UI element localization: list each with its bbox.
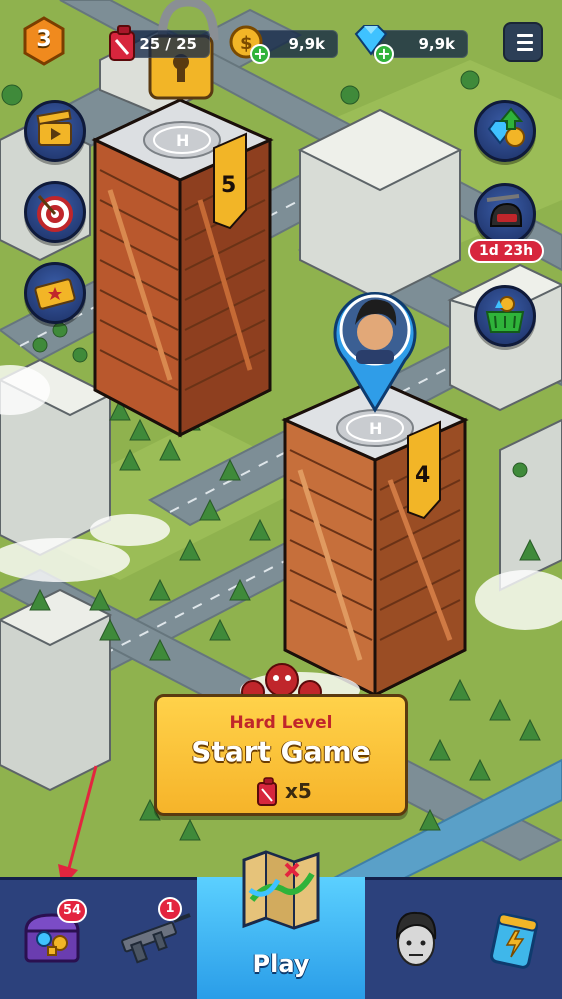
player-level-value: 3 xyxy=(36,27,52,52)
building-number-5: 5 xyxy=(221,173,236,198)
gem-value: 9,9k xyxy=(418,35,455,53)
nav-tab-chest[interactable]: 54 xyxy=(0,877,110,999)
menu-button[interactable] xyxy=(503,22,543,62)
energy-cost: x5 xyxy=(285,779,312,803)
fuel-can-icon xyxy=(109,25,135,61)
chest-badge: 54 xyxy=(57,899,88,923)
clapperboard-icon xyxy=(36,109,72,146)
map-icon xyxy=(242,850,320,930)
nav-tab-weapons[interactable]: 1 xyxy=(110,877,197,999)
gun-icon xyxy=(121,913,191,964)
video-ads-button[interactable] xyxy=(24,100,86,162)
basket-icon xyxy=(485,296,525,333)
target-button[interactable] xyxy=(24,181,86,243)
helmet-weapon-icon xyxy=(486,194,522,227)
helipad-label-4: H xyxy=(369,419,382,438)
start-game-button[interactable]: Hard Level Start Game x5 xyxy=(154,694,408,816)
target-icon xyxy=(37,195,73,232)
add-coins-button[interactable]: + xyxy=(250,44,270,64)
weapon-badge: 1 xyxy=(158,897,182,921)
energy-can-icon xyxy=(490,913,538,969)
character-portrait-icon xyxy=(395,911,437,966)
energy-value: 25 / 25 xyxy=(139,35,197,53)
coin-value: 9,9k xyxy=(288,35,325,53)
difficulty-label: Hard Level xyxy=(229,713,333,733)
nav-tab-character[interactable] xyxy=(365,877,465,999)
fuel-can-icon xyxy=(257,777,277,806)
shop-upgrade-button[interactable] xyxy=(474,100,536,162)
special-offer-button[interactable] xyxy=(474,183,536,245)
player-level-badge[interactable]: 3 xyxy=(22,16,66,66)
helipad-label-5: H xyxy=(176,131,189,150)
gems-coins-icon xyxy=(487,107,525,147)
offer-timer: 1d 23h xyxy=(468,239,544,263)
shop-basket-button[interactable] xyxy=(474,285,536,347)
play-label: Play xyxy=(252,950,310,978)
ticket-icon xyxy=(34,278,76,310)
start-game-label: Start Game xyxy=(191,735,371,768)
add-gems-button[interactable]: + xyxy=(374,44,394,64)
building-number-4: 4 xyxy=(415,463,430,488)
pass-ticket-button[interactable] xyxy=(24,262,86,324)
nav-tab-energy[interactable] xyxy=(465,877,562,999)
